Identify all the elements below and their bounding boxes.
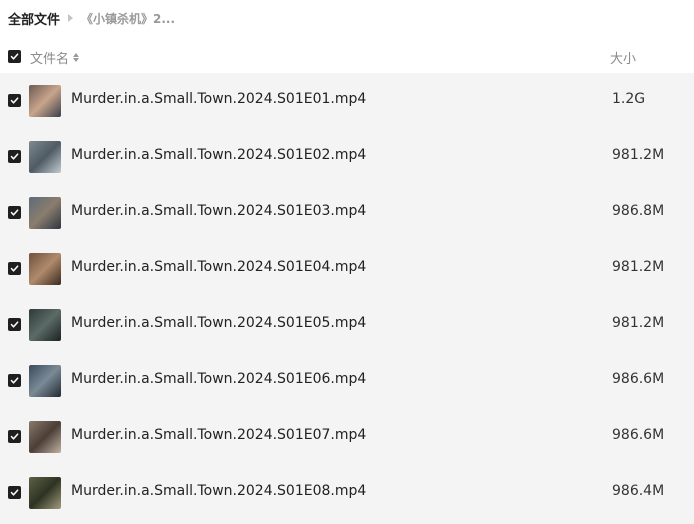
- video-thumbnail[interactable]: [29, 477, 61, 509]
- checkmark-icon: [10, 489, 19, 496]
- file-name[interactable]: Murder.in.a.Small.Town.2024.S01E05.mp4: [71, 315, 366, 331]
- file-size: 986.6M: [612, 427, 665, 443]
- file-row[interactable]: Murder.in.a.Small.Town.2024.S01E06.mp4 98…: [0, 353, 694, 409]
- checkmark-icon: [10, 153, 19, 160]
- file-size: 986.6M: [612, 371, 665, 387]
- breadcrumb-separator-icon: [68, 14, 74, 22]
- video-thumbnail[interactable]: [29, 253, 61, 285]
- video-thumbnail[interactable]: [29, 365, 61, 397]
- checkmark-icon: [10, 97, 19, 104]
- file-row[interactable]: Murder.in.a.Small.Town.2024.S01E02.mp4 98…: [0, 129, 694, 185]
- file-row[interactable]: Murder.in.a.Small.Town.2024.S01E01.mp4 1.…: [0, 73, 694, 129]
- breadcrumb: 全部文件 《小镇杀机》2...: [8, 8, 175, 28]
- file-name[interactable]: Murder.in.a.Small.Town.2024.S01E04.mp4: [71, 259, 366, 275]
- file-row[interactable]: Murder.in.a.Small.Town.2024.S01E03.mp4 98…: [0, 185, 694, 241]
- checkmark-icon: [10, 433, 19, 440]
- video-thumbnail[interactable]: [29, 141, 61, 173]
- file-row[interactable]: Murder.in.a.Small.Town.2024.S01E05.mp4 98…: [0, 297, 694, 353]
- breadcrumb-current: 《小镇杀机》2...: [81, 11, 176, 26]
- file-list: Murder.in.a.Small.Town.2024.S01E01.mp4 1.…: [0, 73, 694, 524]
- file-checkbox[interactable]: [8, 206, 21, 219]
- file-name[interactable]: Murder.in.a.Small.Town.2024.S01E08.mp4: [71, 483, 366, 499]
- file-checkbox[interactable]: [8, 262, 21, 275]
- sort-icon[interactable]: [73, 53, 80, 62]
- file-size: 981.2M: [612, 259, 665, 275]
- checkmark-icon: [10, 209, 19, 216]
- file-name[interactable]: Murder.in.a.Small.Town.2024.S01E03.mp4: [71, 203, 366, 219]
- file-row[interactable]: Murder.in.a.Small.Town.2024.S01E07.mp4 98…: [0, 409, 694, 465]
- file-size: 986.8M: [612, 203, 665, 219]
- file-checkbox[interactable]: [8, 430, 21, 443]
- column-header-size[interactable]: 大小: [610, 48, 636, 67]
- file-checkbox[interactable]: [8, 150, 21, 163]
- file-checkbox[interactable]: [8, 94, 21, 107]
- file-size: 981.2M: [612, 147, 665, 163]
- list-header: 文件名 大小: [0, 40, 694, 73]
- file-browser: 全部文件 《小镇杀机》2... 文件名 大小 Murder.in.a.Small…: [0, 0, 694, 524]
- file-name[interactable]: Murder.in.a.Small.Town.2024.S01E07.mp4: [71, 427, 366, 443]
- file-size: 981.2M: [612, 315, 665, 331]
- select-all-checkbox[interactable]: [8, 50, 21, 63]
- breadcrumb-root[interactable]: 全部文件: [8, 9, 60, 28]
- video-thumbnail[interactable]: [29, 197, 61, 229]
- file-name[interactable]: Murder.in.a.Small.Town.2024.S01E02.mp4: [71, 147, 366, 163]
- video-thumbnail[interactable]: [29, 309, 61, 341]
- file-checkbox[interactable]: [8, 486, 21, 499]
- checkmark-icon: [10, 53, 19, 60]
- file-size: 1.2G: [612, 91, 646, 107]
- checkmark-icon: [10, 265, 19, 272]
- file-name[interactable]: Murder.in.a.Small.Town.2024.S01E01.mp4: [71, 91, 366, 107]
- checkmark-icon: [10, 377, 19, 384]
- file-checkbox[interactable]: [8, 318, 21, 331]
- file-name[interactable]: Murder.in.a.Small.Town.2024.S01E06.mp4: [71, 371, 366, 387]
- column-header-name-label: 文件名: [30, 52, 70, 67]
- column-header-name[interactable]: 文件名: [30, 48, 80, 67]
- file-checkbox[interactable]: [8, 374, 21, 387]
- checkmark-icon: [10, 321, 19, 328]
- file-row[interactable]: Murder.in.a.Small.Town.2024.S01E08.mp4 98…: [0, 465, 694, 521]
- video-thumbnail[interactable]: [29, 421, 61, 453]
- video-thumbnail[interactable]: [29, 85, 61, 117]
- file-size: 986.4M: [612, 483, 665, 499]
- file-row[interactable]: Murder.in.a.Small.Town.2024.S01E04.mp4 98…: [0, 241, 694, 297]
